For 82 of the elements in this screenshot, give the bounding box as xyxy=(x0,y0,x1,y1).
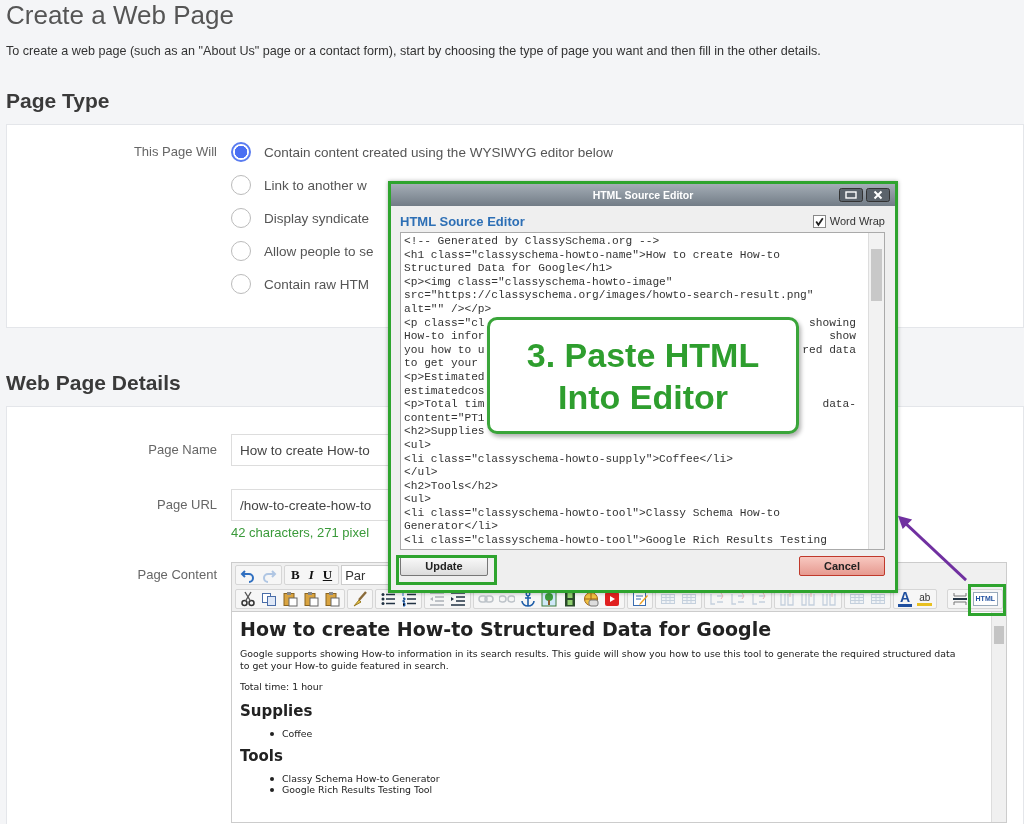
cancel-button[interactable]: Cancel xyxy=(799,556,885,576)
update-button[interactable]: Update xyxy=(400,556,488,576)
callout-text: Into Editor xyxy=(558,376,728,418)
clipboard-icon[interactable] xyxy=(282,591,298,607)
undo-icon[interactable] xyxy=(240,567,256,583)
code-line: red data xyxy=(802,343,856,358)
content-paragraph: Google supports showing How-to information in its search results. This guide will show you how to use this tool to generate the required structured data to get your How-to guide featured in search. xyxy=(240,648,956,671)
scrollbar[interactable] xyxy=(868,233,884,549)
horizontal-rule-icon[interactable] xyxy=(951,591,968,607)
radio-label: Allow people to se xyxy=(264,243,374,259)
code-line: <p>Total tim xyxy=(404,398,485,412)
radio-button[interactable] xyxy=(231,241,251,261)
url-length-hint: 42 characters, 271 pixel xyxy=(231,525,370,540)
radio-button[interactable] xyxy=(231,274,251,294)
section-heading: Page Type xyxy=(5,88,111,114)
code-line: <li class="classyschema-howto-tool">Google Rich Results Testing xyxy=(404,534,827,548)
clipboard-icon[interactable] xyxy=(324,591,340,607)
dialog-title: HTML Source Editor xyxy=(592,189,694,201)
bullet-icon xyxy=(270,776,274,781)
section-heading: Web Page Details xyxy=(5,370,182,396)
bullet-list-icon[interactable] xyxy=(380,591,396,607)
code-line: show xyxy=(829,330,856,344)
content-subheading: Supplies xyxy=(240,702,313,720)
code-line: to get your xyxy=(404,357,478,371)
scissors-icon[interactable] xyxy=(240,591,256,607)
code-line: content="PT1 xyxy=(404,411,485,426)
maximize-button[interactable] xyxy=(839,188,863,202)
code-line: src="https://classyschema.org/images/howto-search-result.png" xyxy=(404,289,814,303)
radio-label: Contain raw HTM xyxy=(264,276,370,292)
code-line: </ul> xyxy=(404,466,438,480)
page-title: Create a Web Page xyxy=(5,0,235,30)
radio-button[interactable] xyxy=(231,175,251,195)
close-button[interactable] xyxy=(866,188,890,202)
radio-button[interactable] xyxy=(231,208,251,228)
content-subheading: Tools xyxy=(240,747,283,765)
content-heading: How to create How-to Structured Data for Google xyxy=(240,618,772,640)
code-line: Generator</li> xyxy=(404,520,498,535)
word-wrap-checkbox[interactable] xyxy=(812,214,826,228)
code-line: <p>Estimated xyxy=(404,370,485,385)
content-list-item: Classy Schema How-to Generator xyxy=(282,773,440,784)
code-line: alt="" /></p> xyxy=(404,302,492,317)
checkbox-label: Word Wrap xyxy=(829,215,885,227)
code-line: Structured Data for Google</h1> xyxy=(404,262,613,276)
radio-label: Display syndicate xyxy=(264,210,370,226)
scrollbar[interactable] xyxy=(991,612,1006,822)
callout-text: 3. Paste HTML xyxy=(526,334,760,376)
radio-label: Link to another w xyxy=(264,177,367,193)
code-line: data- xyxy=(822,398,856,412)
code-line: <ul> xyxy=(404,438,431,453)
radio-label: Contain content created using the WYSIWYG editor below xyxy=(264,144,613,160)
highlight-button[interactable]: ab xyxy=(917,592,933,606)
italic-button[interactable]: I xyxy=(306,567,316,583)
field-label: Page Name xyxy=(147,441,218,459)
code-line: you how to u xyxy=(404,343,485,358)
page-intro: To create a web page (such as an "About Us" page or a contact form), start by choosing the type of page you want and then fill in the other details. xyxy=(5,44,822,58)
field-label: Page URL xyxy=(156,496,218,514)
field-label: This Page Will xyxy=(132,143,218,161)
bold-button[interactable]: B xyxy=(289,567,302,583)
code-line: <p><img class="classyschema-howto-image" xyxy=(404,275,673,290)
code-line: <!-- Generated by ClassySchema.org --> xyxy=(404,235,660,249)
copy-icon[interactable] xyxy=(261,591,277,607)
clipboard-icon[interactable] xyxy=(303,591,319,607)
bullet-icon xyxy=(270,731,274,736)
radio-button[interactable] xyxy=(231,142,251,162)
bullet-icon xyxy=(270,787,274,792)
underline-button[interactable]: U xyxy=(320,567,335,583)
indent-icon[interactable] xyxy=(450,591,466,607)
highlight-frame xyxy=(968,584,1006,616)
field-label: Page Content xyxy=(136,566,218,584)
content-list-item: Google Rich Results Testing Tool xyxy=(282,784,433,795)
code-line: <h1 class="classyschema-howto-name">How to create How-to xyxy=(404,248,780,263)
code-line: showing xyxy=(809,316,856,331)
code-line: How-to infor xyxy=(404,330,485,344)
pointer-arrow xyxy=(897,515,968,582)
numbered-list-icon[interactable] xyxy=(401,591,417,607)
brush-icon[interactable] xyxy=(352,591,368,607)
dialog-heading: HTML Source Editor xyxy=(400,213,525,229)
code-line: <p class="cl xyxy=(404,316,485,331)
code-line: estimatedcos xyxy=(404,384,485,399)
content-list-item: Coffee xyxy=(282,728,313,739)
code-line: <ul> xyxy=(404,493,431,507)
content-paragraph: Total time: 1 hour xyxy=(240,681,323,692)
